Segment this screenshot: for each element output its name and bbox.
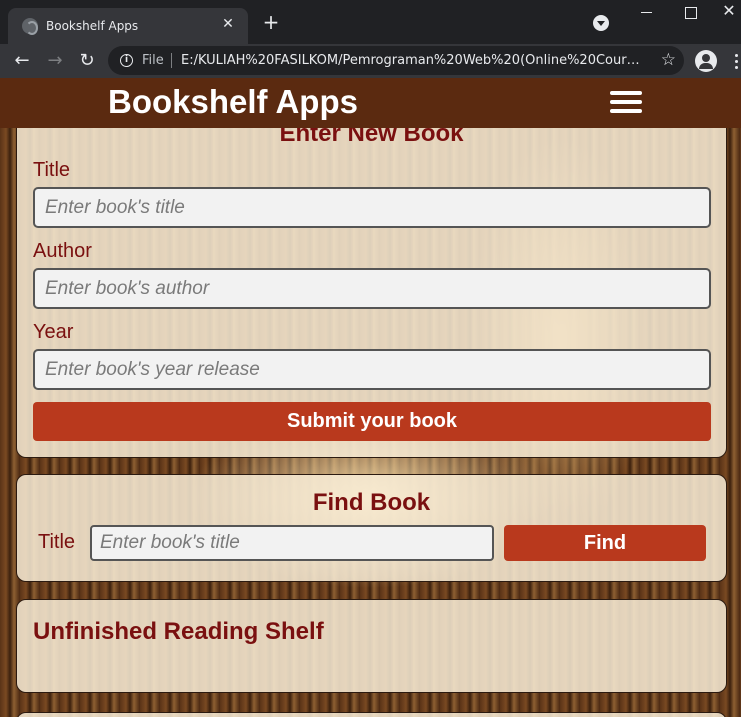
title-label: Title — [33, 159, 71, 181]
profile-icon[interactable] — [695, 50, 717, 72]
page-viewport: Bookshelf Apps Enter New Book Title Auth… — [0, 78, 741, 717]
author-input[interactable] — [33, 268, 711, 309]
window-minimize-icon[interactable] — [637, 2, 657, 22]
year-label: Year — [33, 321, 74, 343]
find-title-label: Title — [38, 531, 76, 553]
url-text[interactable]: E:/KULIAH%20FASILKOM/Pemrograman%20Web%2… — [181, 52, 646, 69]
url-scheme-label: File — [142, 53, 164, 68]
unfinished-shelf-section: Unfinished Reading Shelf — [16, 599, 727, 693]
address-bar[interactable]: i File E:/KULIAH%20FASILKOM/Pemrograman%… — [108, 46, 684, 75]
find-book-section: Find Book Title Find — [16, 474, 727, 582]
globe-icon — [22, 18, 38, 35]
browser-tabstrip: Bookshelf Apps ✕ + ✕ — [0, 0, 741, 44]
browser-toolbar: ← → ↻ i File E:/KULIAH%20FASILKOM/Pemrog… — [0, 44, 741, 78]
bookmark-star-icon[interactable]: ☆ — [661, 50, 676, 70]
back-arrow-icon[interactable]: ← — [9, 48, 35, 74]
tab-search-icon[interactable] — [593, 15, 609, 31]
hamburger-menu-icon[interactable] — [610, 91, 642, 115]
site-header: Bookshelf Apps — [0, 78, 741, 128]
find-button[interactable]: Find — [504, 525, 706, 561]
search-title-input[interactable] — [90, 525, 494, 561]
year-input[interactable] — [33, 349, 711, 390]
tab-close-icon[interactable]: ✕ — [218, 14, 238, 34]
title-input[interactable] — [33, 187, 711, 228]
window-close-icon[interactable]: ✕ — [718, 0, 740, 22]
tab-title: Bookshelf Apps — [46, 19, 139, 33]
find-book-heading: Find Book — [312, 489, 431, 516]
unfinished-shelf-heading: Unfinished Reading Shelf — [33, 618, 324, 645]
browser-menu-icon[interactable] — [733, 52, 741, 72]
site-title: Bookshelf Apps — [108, 83, 358, 120]
address-separator — [171, 53, 172, 68]
author-label: Author — [33, 240, 92, 262]
reload-icon[interactable]: ↻ — [74, 48, 100, 74]
window-maximize-icon[interactable] — [680, 2, 700, 22]
info-icon[interactable]: i — [120, 54, 133, 67]
new-tab-button[interactable]: + — [259, 11, 283, 35]
forward-arrow-icon[interactable]: → — [42, 48, 68, 74]
submit-book-button[interactable]: Submit your book — [33, 402, 711, 441]
browser-tab[interactable]: Bookshelf Apps ✕ — [8, 8, 248, 44]
finished-shelf-section — [16, 712, 727, 717]
new-book-form: Enter New Book Title Author Year Submit … — [16, 102, 727, 458]
